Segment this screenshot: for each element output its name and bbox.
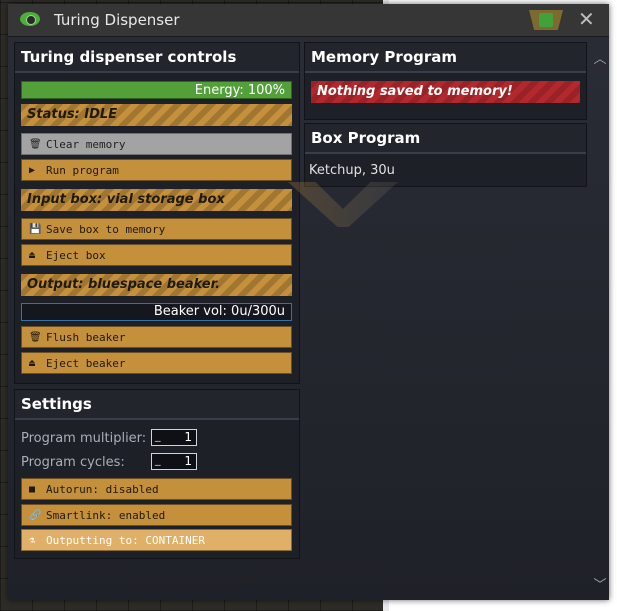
beaker-volume-bar: Beaker vol: 0u/300u: [21, 303, 292, 321]
smartlink-label: Smartlink: enabled: [46, 509, 166, 522]
trash-icon: 🗑: [29, 139, 42, 150]
close-icon[interactable]: ✕: [578, 8, 595, 30]
eye-icon: [20, 12, 40, 26]
eject-box-button[interactable]: ⏏ Eject box: [21, 244, 292, 266]
smartlink-button[interactable]: 🔗 Smartlink: enabled: [21, 504, 292, 526]
program-cycles-input[interactable]: 1: [151, 452, 197, 470]
save-box-label: Save box to memory: [46, 223, 166, 236]
window-title: Turing Dispenser: [54, 11, 180, 29]
logo-watermark: [288, 182, 398, 227]
program-cycles-label: Program cycles:: [21, 455, 125, 470]
box-program-content: Ketchup, 30u: [309, 163, 395, 178]
nanotrasen-emblem-icon: [529, 10, 563, 30]
outputting-button[interactable]: ⚗ Outputting to: CONTAINER: [21, 529, 292, 551]
output-label: Output: bluespace beaker.: [21, 274, 292, 296]
eject-icon: ⏏: [29, 250, 36, 261]
flush-beaker-button[interactable]: 🗑 Flush beaker: [21, 326, 292, 348]
turing-dispenser-window: Turing Dispenser ✕ ︿ ﹀ Turing dispenser …: [8, 4, 609, 600]
status-label: Status: IDLE: [21, 104, 292, 126]
memory-empty-notice: Nothing saved to memory!: [311, 81, 580, 103]
input-box-label: Input box: vial storage box: [21, 189, 292, 211]
box-panel-title: Box Program: [305, 124, 586, 154]
trash-icon: 🗑: [29, 332, 42, 343]
eject-box-label: Eject box: [46, 249, 106, 262]
eject-beaker-label: Eject beaker: [46, 357, 126, 370]
link-icon: 🔗: [29, 510, 42, 521]
autorun-label: Autorun: disabled: [46, 483, 159, 496]
autorun-button[interactable]: ■ Autorun: disabled: [21, 478, 292, 500]
titlebar[interactable]: Turing Dispenser ✕: [8, 4, 609, 37]
square-icon: ■: [29, 484, 36, 495]
flush-beaker-label: Flush beaker: [46, 331, 126, 344]
eject-beaker-button[interactable]: ⏏ Eject beaker: [21, 352, 292, 374]
clear-memory-button[interactable]: 🗑 Clear memory: [21, 133, 292, 155]
program-multiplier-label: Program multiplier:: [21, 431, 147, 446]
outputting-label: Outputting to: CONTAINER: [46, 534, 205, 547]
floppy-icon: 💾: [29, 224, 42, 235]
run-program-label: Run program: [46, 164, 119, 177]
eject-icon: ⏏: [29, 358, 36, 369]
energy-bar: Energy: 100%: [21, 81, 292, 99]
memory-panel-title: Memory Program: [305, 43, 586, 73]
run-program-button[interactable]: ▶ Run program: [21, 159, 292, 181]
settings-panel-title: Settings: [15, 390, 299, 420]
scroll-down-icon[interactable]: ﹀: [592, 574, 608, 593]
flask-icon: ⚗: [29, 535, 36, 546]
clear-memory-label: Clear memory: [46, 138, 126, 151]
program-multiplier-input[interactable]: 1: [151, 428, 197, 446]
scroll-up-icon[interactable]: ︿: [592, 48, 608, 67]
play-icon: ▶: [29, 165, 36, 176]
save-box-button[interactable]: 💾 Save box to memory: [21, 218, 292, 240]
controls-panel-title: Turing dispenser controls: [15, 43, 299, 73]
